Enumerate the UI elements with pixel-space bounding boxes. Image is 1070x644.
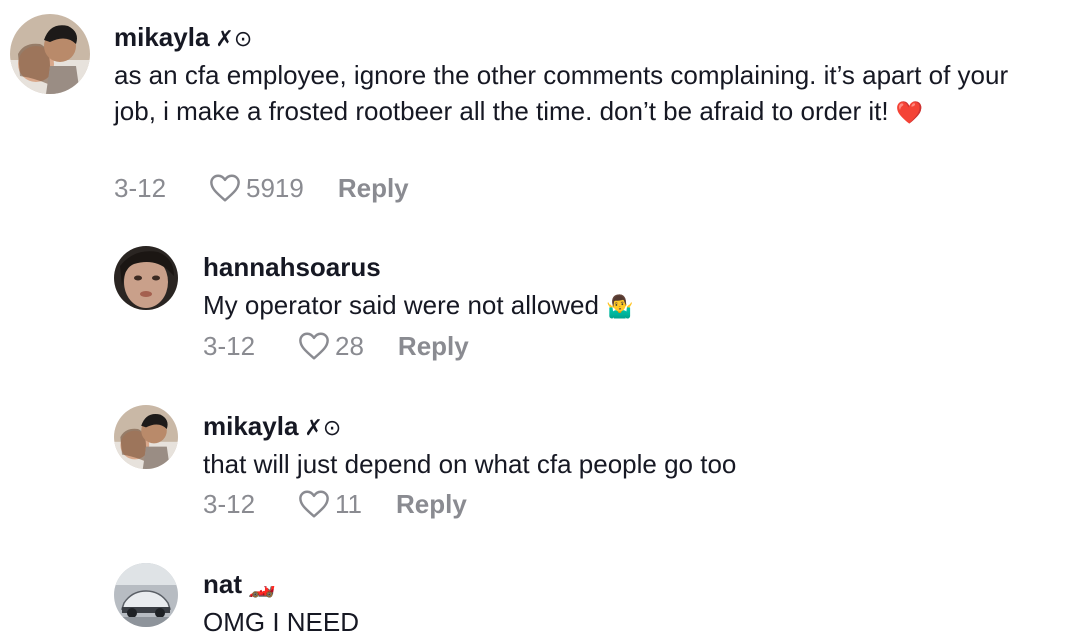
like-button[interactable]: 11 (297, 489, 362, 520)
username-text: nat (203, 569, 242, 599)
comment-date: 3-12 (203, 488, 256, 519)
reply-button[interactable]: Reply (396, 489, 467, 520)
comment-text: My operator said were not allowed 🤷‍♂️ (203, 287, 1023, 325)
heart-outline-icon (210, 174, 240, 202)
like-count: 28 (335, 330, 364, 361)
like-count: 11 (335, 488, 362, 519)
comment-body: that will just depend on what cfa people… (203, 449, 737, 479)
heart-outline-icon (299, 490, 329, 518)
avatar[interactable] (114, 405, 178, 469)
username-text: mikayla (114, 22, 210, 52)
avatar[interactable] (114, 246, 178, 310)
comment-date: 3-12 (114, 172, 167, 203)
like-count: 5919 (246, 172, 304, 203)
reply-button[interactable]: Reply (398, 331, 469, 362)
avatar-image (114, 405, 178, 469)
comment-meta: 3-12 28 Reply (203, 328, 469, 364)
comment-body: as an cfa employee, ignore the other com… (114, 60, 1009, 126)
avatar-image (114, 563, 178, 627)
avatar-image (10, 14, 90, 94)
username[interactable]: hannahsoarus (203, 252, 381, 282)
avatar-image (114, 246, 178, 310)
comment-body: OMG I NEED (203, 607, 360, 637)
comment-meta: 3-12 11 Reply (203, 486, 467, 522)
username-text: hannahsoarus (203, 252, 381, 282)
heart-outline-icon (299, 332, 329, 360)
username[interactable]: mikayla ✗⊙ (114, 22, 252, 54)
username[interactable]: mikayla ✗⊙ (203, 411, 341, 443)
avatar[interactable] (10, 14, 90, 94)
like-button[interactable]: 28 (297, 331, 364, 362)
username-badge: ✗⊙ (215, 26, 253, 51)
avatar[interactable] (114, 563, 178, 627)
username-badge: ✗⊙ (304, 415, 342, 440)
username[interactable]: nat 🏎️ (203, 569, 275, 601)
reply-button[interactable]: Reply (338, 173, 409, 204)
like-button[interactable]: 5919 (208, 173, 304, 204)
username-text: mikayla (203, 411, 299, 441)
comment-text: OMG I NEED (203, 604, 1023, 640)
comment-body: My operator said were not allowed (203, 290, 599, 320)
username-badge: 🏎️ (248, 573, 276, 598)
heart-emoji: ❤️ (895, 100, 924, 126)
comment-meta: 3-12 5919 Reply (114, 170, 409, 206)
comment-date: 3-12 (203, 330, 256, 361)
comment-text: that will just depend on what cfa people… (203, 446, 1023, 482)
comment-text: as an cfa employee, ignore the other com… (114, 57, 1044, 131)
shrug-emoji: 🤷‍♂️ (606, 294, 634, 320)
